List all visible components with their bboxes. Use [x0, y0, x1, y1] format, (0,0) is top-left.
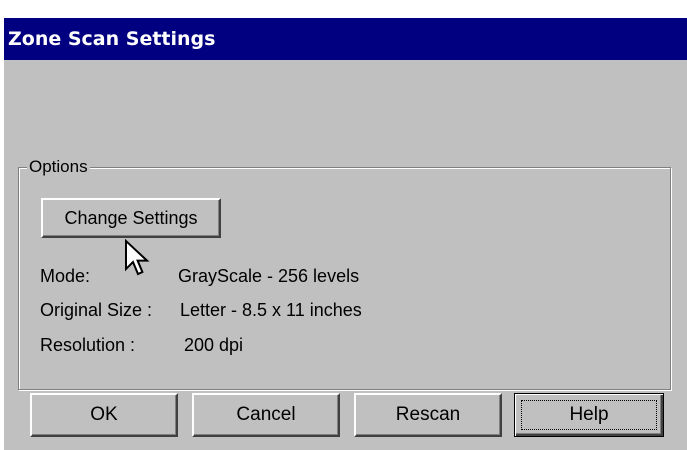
change-settings-button-label: Change Settings [64, 208, 198, 228]
mode-value: GrayScale - 256 levels [178, 266, 360, 286]
original-size-value: Letter - 8.5 x 11 inches [180, 300, 362, 320]
resolution-value: 200 dpi [184, 335, 244, 355]
change-settings-button[interactable]: Change Settings [41, 198, 221, 238]
mode-label: Mode: [40, 266, 91, 286]
ok-button[interactable]: OK [30, 393, 178, 437]
cancel-button-label: Cancel [236, 404, 296, 425]
dialog-title: Zone Scan Settings [4, 18, 687, 60]
resolution-label: Resolution : [40, 335, 136, 355]
cancel-button[interactable]: Cancel [192, 393, 340, 437]
help-button-label: Help [569, 404, 609, 425]
rescan-button[interactable]: Rescan [354, 393, 502, 437]
options-group-label: Options [27, 156, 90, 178]
zone-scan-settings-dialog: Zone Scan Settings Options Change Settin… [4, 18, 687, 450]
rescan-button-label: Rescan [395, 404, 461, 425]
ok-button-label: OK [90, 404, 118, 425]
options-groupbox: Options Change Settings Mode: GrayScale … [18, 156, 671, 390]
help-button[interactable]: Help [514, 393, 664, 437]
original-size-label: Original Size : [40, 300, 153, 320]
mouse-pointer-icon [125, 239, 150, 276]
